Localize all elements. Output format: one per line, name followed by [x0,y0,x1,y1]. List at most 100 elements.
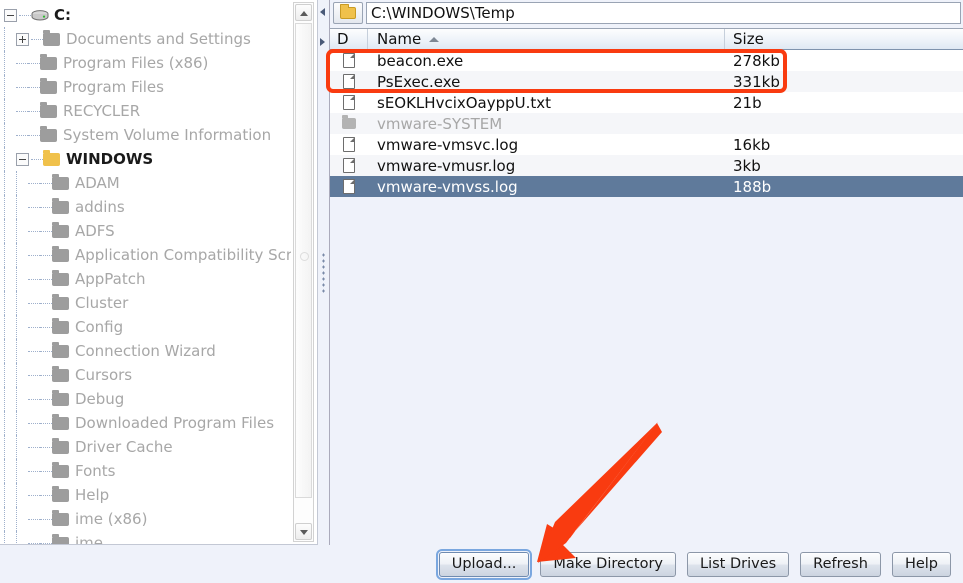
tree-guide-dash [40,494,52,496]
file-row[interactable]: vmware-vmsvc.log 16kb [330,134,963,155]
folder-icon [52,437,69,454]
tree-item-config[interactable]: Config [0,315,291,339]
scroll-up-arrow-icon[interactable] [295,4,312,21]
tree-item-windows[interactable]: WINDOWS [0,147,291,171]
help-button-label: Help [904,556,938,572]
tree-collapse-icon[interactable] [16,152,29,166]
tree-item-connection-wizard[interactable]: Connection Wizard [0,339,291,363]
tree-item-label: System Volume Information [63,126,272,144]
file-row[interactable]: PsExec.exe 331kb [330,71,963,92]
column-header-name[interactable]: Name [368,29,725,49]
file-list-empty-area[interactable] [330,197,963,545]
file-row[interactable]: vmware-vmusr.log 3kb [330,155,963,176]
tree-guide-dash [28,62,40,64]
tree-scrollbar-thumb[interactable] [295,23,312,498]
tree-item-label: ADFS [75,222,115,240]
tree-item-program-files[interactable]: Program Files [0,75,291,99]
make-directory-button[interactable]: Make Directory [540,551,676,577]
tree-item-debug[interactable]: Debug [0,387,291,411]
file-name-cell: vmware-vmsvc.log [377,135,519,154]
expand-right-arrow-icon[interactable] [320,38,325,46]
tree-item-program-files-x86[interactable]: Program Files (x86) [0,51,291,75]
refresh-button[interactable]: Refresh [800,551,881,577]
tree-guide-dash [40,230,52,232]
tree-guide-dash [28,350,40,352]
directory-tree-list[interactable]: C: Documents and Settings Program Files (x… [0,0,291,544]
tree-vertical-scrollbar[interactable] [293,2,314,542]
tree-item-fonts[interactable]: Fonts [0,459,291,483]
tree-item-cursors[interactable]: Cursors [0,363,291,387]
tree-item-addins[interactable]: addins [0,195,291,219]
tree-item-label: Program Files (x86) [63,54,209,72]
tree-guide-line [16,267,17,291]
folder-icon [52,389,69,406]
path-input[interactable] [366,2,961,24]
folder-icon [52,317,69,334]
splitter-grip-icon[interactable] [322,252,325,294]
scroll-down-arrow-icon[interactable] [295,523,312,540]
tree-guide-dash [28,470,40,472]
file-rows-container: beacon.exe 278kb PsExec.exe 331kb sEOKLHvcix… [330,50,963,197]
collapse-left-arrow-icon[interactable] [320,8,325,16]
column-header-d[interactable]: D [330,29,368,49]
tree-item-ime-x86[interactable]: ime (x86) [0,507,291,531]
tree-item-label: AppPatch [75,270,146,288]
tree-guide-line [16,483,17,507]
tree-item-application-compatibility-scripts[interactable]: Application Compatibility Scripts [0,243,291,267]
tree-expand-icon[interactable] [16,32,29,46]
document-icon [343,158,355,173]
file-row[interactable]: beacon.exe 278kb [330,50,963,71]
tree-guide-line [16,459,17,483]
tree-item-ime[interactable]: ime [0,531,291,544]
tree-guide-dash [40,302,52,304]
tree-guide-dash [28,110,40,112]
tree-item-label: Cursors [75,366,133,384]
tree-guide-dash [28,230,40,232]
tree-guide-line [4,147,5,171]
tree-guide-line [16,243,17,267]
directory-tree-panel[interactable]: C: Documents and Settings Program Files (x… [0,0,318,545]
folder-icon [52,221,69,238]
file-row[interactable]: vmware-SYSTEM [330,113,963,134]
file-row[interactable]: vmware-vmvss.log 188b [330,176,963,197]
tree-item-recycler[interactable]: RECYCLER [0,99,291,123]
browse-folder-button[interactable] [333,2,363,24]
tree-guide-dash [40,182,52,184]
list-drives-button[interactable]: List Drives [687,551,790,577]
tree-item-documents-and-settings[interactable]: Documents and Settings [0,27,291,51]
column-header-size[interactable]: Size [725,29,963,49]
tree-guide-line [4,507,5,531]
tree-item-apppatch[interactable]: AppPatch [0,267,291,291]
tree-guide-dash [28,446,40,448]
tree-item-adam[interactable]: ADAM [0,171,291,195]
folder-icon [43,29,60,46]
folder-icon [52,269,69,286]
tree-guide-dash [28,518,40,520]
tree-item-adfs[interactable]: ADFS [0,219,291,243]
file-list-body[interactable]: beacon.exe 278kb PsExec.exe 331kb sEOKLHvcix… [330,50,963,545]
file-row[interactable]: sEOKLHvcixOayppU.txt 21b [330,92,963,113]
tree-item-system-volume-information[interactable]: System Volume Information [0,123,291,147]
help-button[interactable]: Help [891,551,951,577]
path-bar [330,0,963,26]
tree-item-c[interactable]: C: [0,3,291,27]
tree-collapse-icon[interactable] [4,8,17,22]
tree-item-label: Documents and Settings [66,30,251,48]
tree-item-driver-cache[interactable]: Driver Cache [0,435,291,459]
folder-icon [52,533,69,544]
folder-icon [40,125,57,142]
column-header-name-label: Name [377,30,422,48]
tree-guide-dash [28,494,40,496]
tree-guide-line [16,291,17,315]
tree-item-cluster[interactable]: Cluster [0,291,291,315]
tree-guide-dash [16,110,28,112]
tree-item-label: WINDOWS [66,150,154,168]
document-icon [343,74,355,89]
folder-icon [40,77,57,94]
tree-guide-dash [31,158,43,160]
tree-item-help[interactable]: Help [0,483,291,507]
tree-item-downloaded-program-files[interactable]: Downloaded Program Files [0,411,291,435]
upload-button[interactable]: Upload... [435,548,533,580]
document-icon [343,179,355,194]
panel-splitter[interactable] [318,0,330,545]
